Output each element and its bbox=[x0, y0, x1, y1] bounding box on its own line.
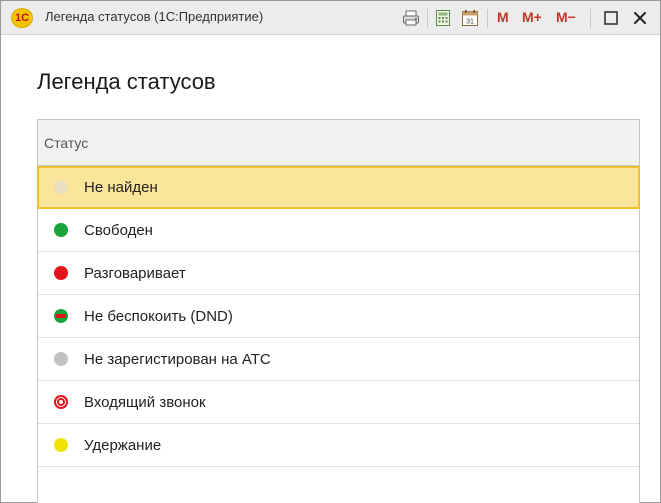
status-dnd-icon bbox=[54, 309, 68, 323]
toolbar-separator bbox=[590, 9, 591, 28]
table-row[interactable]: Не беспокоить (DND) bbox=[38, 295, 639, 338]
column-header-status[interactable]: Статус bbox=[38, 120, 639, 166]
row-label: Свободен bbox=[84, 222, 153, 239]
memory-add-button[interactable]: M+ bbox=[522, 9, 542, 25]
status-free-icon bbox=[54, 223, 68, 237]
printer-icon[interactable] bbox=[402, 9, 420, 27]
row-label: Не найден bbox=[84, 179, 158, 196]
row-label: Удержание bbox=[84, 437, 162, 454]
toolbar-separator bbox=[427, 9, 428, 28]
memory-m-button[interactable]: M bbox=[497, 9, 509, 25]
status-incoming-call-icon bbox=[54, 395, 68, 409]
table-row[interactable]: Входящий звонок bbox=[38, 381, 639, 424]
toolbar-separator bbox=[487, 9, 488, 28]
table-row[interactable]: Свободен bbox=[38, 209, 639, 252]
table-row[interactable]: Удержание bbox=[38, 424, 639, 467]
row-label: Разговаривает bbox=[84, 265, 186, 282]
status-unregistered-icon bbox=[54, 352, 68, 366]
row-label: Входящий звонок bbox=[84, 394, 206, 411]
table-row[interactable]: Не зарегистирован на АТС bbox=[38, 338, 639, 381]
maximize-icon[interactable] bbox=[602, 9, 620, 27]
status-talking-icon bbox=[54, 266, 68, 280]
calendar-icon[interactable]: 31 bbox=[461, 9, 479, 27]
memory-subtract-button[interactable]: M− bbox=[556, 9, 576, 25]
row-label: Не беспокоить (DND) bbox=[84, 308, 233, 325]
close-icon[interactable] bbox=[631, 9, 649, 27]
app-logo-icon[interactable]: 1С bbox=[11, 8, 33, 28]
table-row[interactable]: Разговаривает bbox=[38, 252, 639, 295]
page-title: Легенда статусов bbox=[37, 69, 216, 94]
title-bar: 1С Легенда статусов (1С:Предприятие) 31 … bbox=[1, 1, 660, 35]
svg-text:31: 31 bbox=[466, 19, 474, 26]
window-title: Легенда статусов (1С:Предприятие) bbox=[45, 9, 264, 24]
status-not-found-icon bbox=[54, 180, 68, 194]
status-hold-icon bbox=[54, 438, 68, 452]
status-legend-table: Статус Не найден Свободен Разговаривает … bbox=[37, 119, 640, 503]
row-label: Не зарегистирован на АТС bbox=[84, 351, 271, 368]
calculator-icon[interactable] bbox=[434, 9, 452, 27]
app-window: 1С Легенда статусов (1С:Предприятие) 31 … bbox=[0, 0, 661, 503]
table-row[interactable]: Не найден bbox=[37, 166, 640, 209]
